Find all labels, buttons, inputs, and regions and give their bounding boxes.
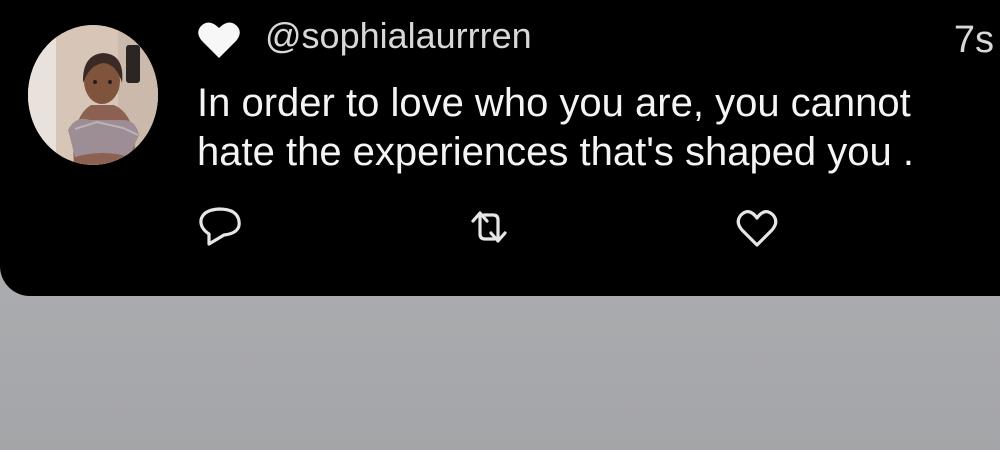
like-icon[interactable] [733, 203, 781, 251]
heart-icon [198, 22, 240, 59]
username-handle[interactable]: @sophialaurrren [265, 14, 532, 58]
screen: @sophialaurrren 7s In order to love who … [0, 0, 1000, 450]
tweet-card[interactable]: @sophialaurrren 7s In order to love who … [0, 0, 1000, 296]
reply-icon[interactable] [196, 203, 244, 251]
retweet-icon[interactable] [465, 203, 513, 251]
avatar[interactable] [28, 25, 158, 165]
tweet-text: In order to love who you are, you cannot… [197, 81, 915, 174]
post-timestamp: 7s [953, 19, 994, 61]
